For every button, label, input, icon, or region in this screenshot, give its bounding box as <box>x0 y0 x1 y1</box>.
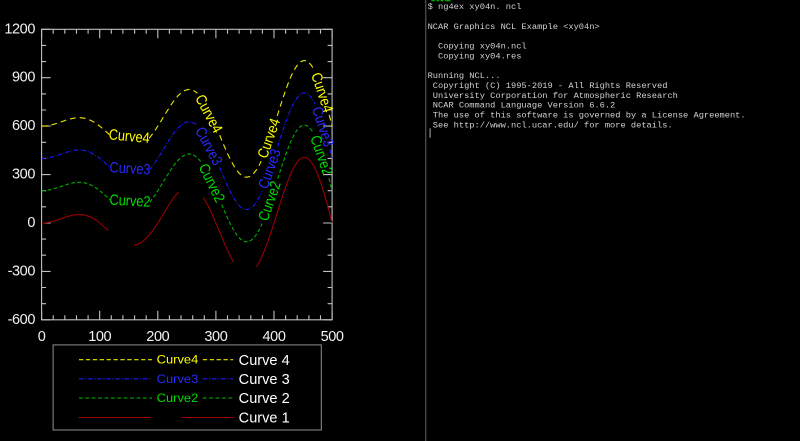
svg-text:Curve 4: Curve 4 <box>239 353 290 369</box>
svg-text:The use of this software is go: The use of this software is governed by … <box>428 111 746 121</box>
svg-text:NCAR Command Language Version: NCAR Command Language Version 6.6.2 <box>428 101 616 111</box>
svg-text:Curve2: Curve2 <box>109 192 151 211</box>
svg-text:Copying xy04n.ncl: Copying xy04n.ncl <box>428 42 527 52</box>
svg-text:900: 900 <box>12 70 35 86</box>
svg-text:0: 0 <box>38 329 46 345</box>
svg-text:Curve 3: Curve 3 <box>239 372 290 388</box>
svg-text:Copyright (C) 1995-2019 - All: Copyright (C) 1995-2019 - All Rights Res… <box>428 81 668 91</box>
svg-text:200: 200 <box>146 329 169 345</box>
svg-text:Curve 2: Curve 2 <box>239 391 290 407</box>
svg-text:Curve4: Curve4 <box>157 353 199 367</box>
svg-text:Curve2: Curve2 <box>157 391 199 405</box>
svg-text:See http://www.ncl.ucar.edu/ f: See http://www.ncl.ucar.edu/ for more de… <box>428 120 673 130</box>
svg-text:400: 400 <box>263 329 286 345</box>
svg-text:300: 300 <box>12 167 35 183</box>
svg-text:300: 300 <box>204 329 227 345</box>
svg-text:600: 600 <box>12 118 35 134</box>
svg-text:Curve 1: Curve 1 <box>239 411 290 427</box>
svg-text:Curve4: Curve4 <box>108 126 150 147</box>
svg-text:-300: -300 <box>8 263 36 279</box>
svg-text:100: 100 <box>88 329 111 345</box>
svg-text:Curve3: Curve3 <box>109 159 151 178</box>
svg-text:Copying xy04.res: Copying xy04.res <box>428 51 522 61</box>
svg-text:$ ng4ex xy04n. ncl: $ ng4ex xy04n. ncl <box>428 2 522 12</box>
svg-text:NCAR Graphics NCL Example <xy0: NCAR Graphics NCL Example <xy04n> <box>428 22 600 32</box>
svg-text:500: 500 <box>321 329 344 345</box>
svg-text:University Corporation for Atm: University Corporation for Atmospheric R… <box>428 91 678 101</box>
svg-text:0: 0 <box>27 215 35 231</box>
svg-text:1200: 1200 <box>4 21 35 37</box>
svg-text:Running NCL...: Running NCL... <box>428 71 501 81</box>
svg-text:Curve3: Curve3 <box>157 372 199 386</box>
svg-text:-600: -600 <box>8 312 36 328</box>
